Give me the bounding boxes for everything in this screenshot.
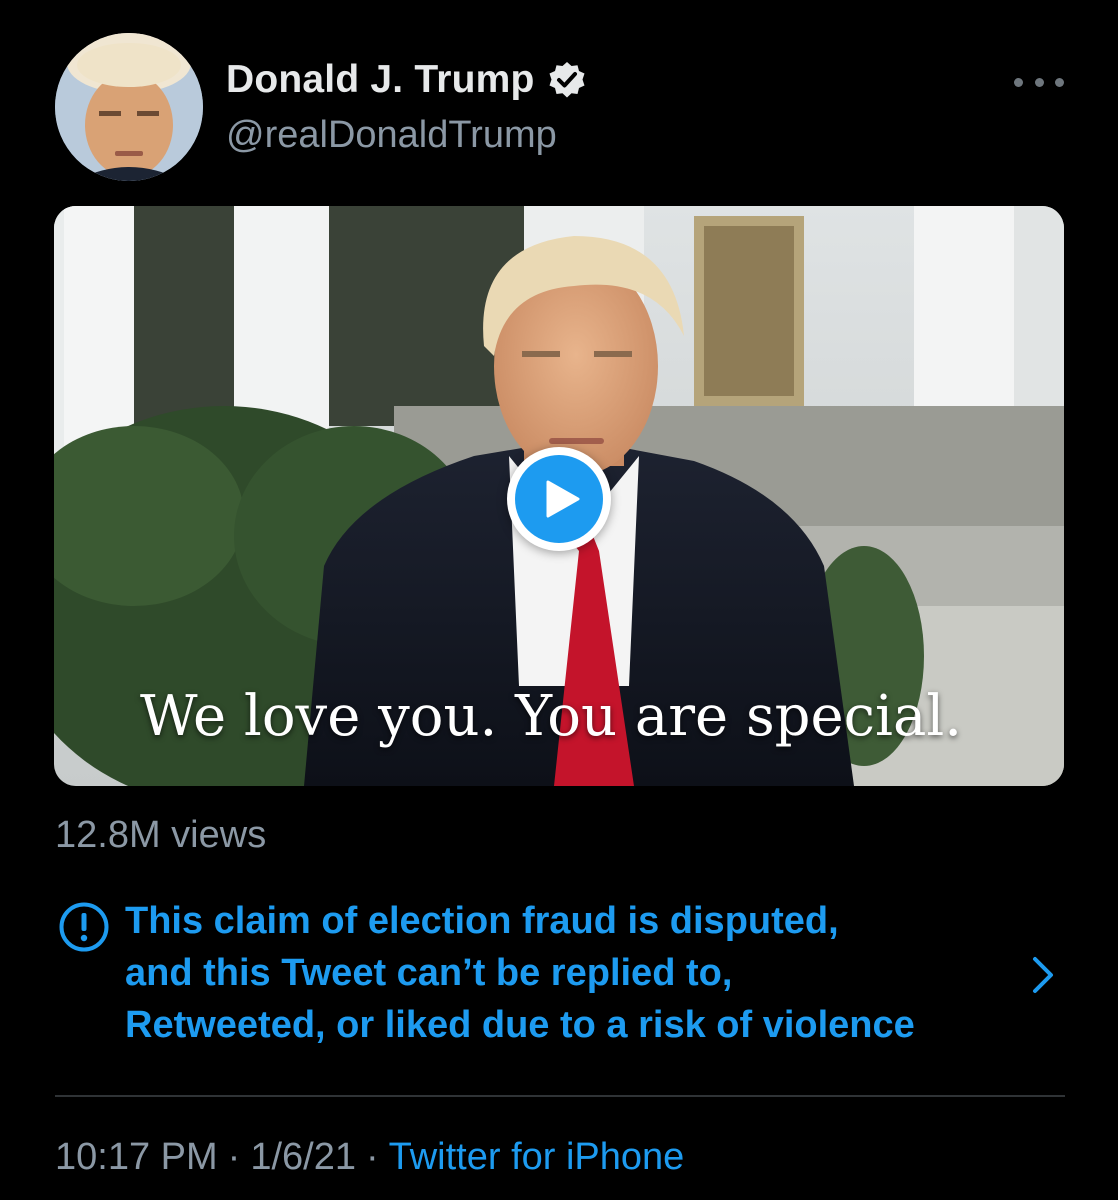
tweet-detail: Donald J. Trump @realDonaldTrump We love… [0, 0, 1118, 1200]
avatar[interactable] [55, 33, 203, 181]
author-name-row[interactable]: Donald J. Trump [226, 58, 587, 102]
play-icon [546, 480, 580, 518]
more-options-button[interactable] [1014, 72, 1064, 92]
author-display-name[interactable]: Donald J. Trump [226, 58, 535, 102]
video-caption: We love you. You are special. [140, 684, 963, 749]
divider [55, 1095, 1065, 1097]
chevron-right-icon [1033, 957, 1053, 993]
notice-line: Retweeted, or liked due to a risk of vio… [125, 1004, 915, 1046]
tweet-metadata: 10:17 PM · 1/6/21 · Twitter for iPhone [55, 1136, 684, 1179]
more-horizontal-icon [1014, 77, 1023, 87]
notice-text: This claim of election fraud is disputed… [125, 895, 1045, 1051]
tweet-date[interactable]: 1/6/21 [250, 1136, 356, 1178]
avatar-image [55, 33, 203, 181]
tweet-time[interactable]: 10:17 PM [55, 1136, 218, 1178]
notice-line: This claim of election fraud is disputed… [125, 900, 839, 942]
author-handle[interactable]: @realDonaldTrump [226, 114, 557, 157]
exclamation-circle-icon [59, 902, 109, 952]
verified-badge-icon [549, 62, 585, 98]
disputed-claim-notice[interactable]: This claim of election fraud is disputed… [55, 895, 1065, 1055]
meta-separator: · [365, 1136, 379, 1178]
tweet-source-link[interactable]: Twitter for iPhone [389, 1136, 685, 1178]
view-count: 12.8M views [55, 814, 267, 856]
play-button[interactable] [507, 447, 611, 551]
video-player[interactable]: We love you. You are special. [54, 206, 1064, 786]
notice-line: and this Tweet can’t be replied to, [125, 952, 733, 994]
meta-separator: · [227, 1136, 241, 1178]
